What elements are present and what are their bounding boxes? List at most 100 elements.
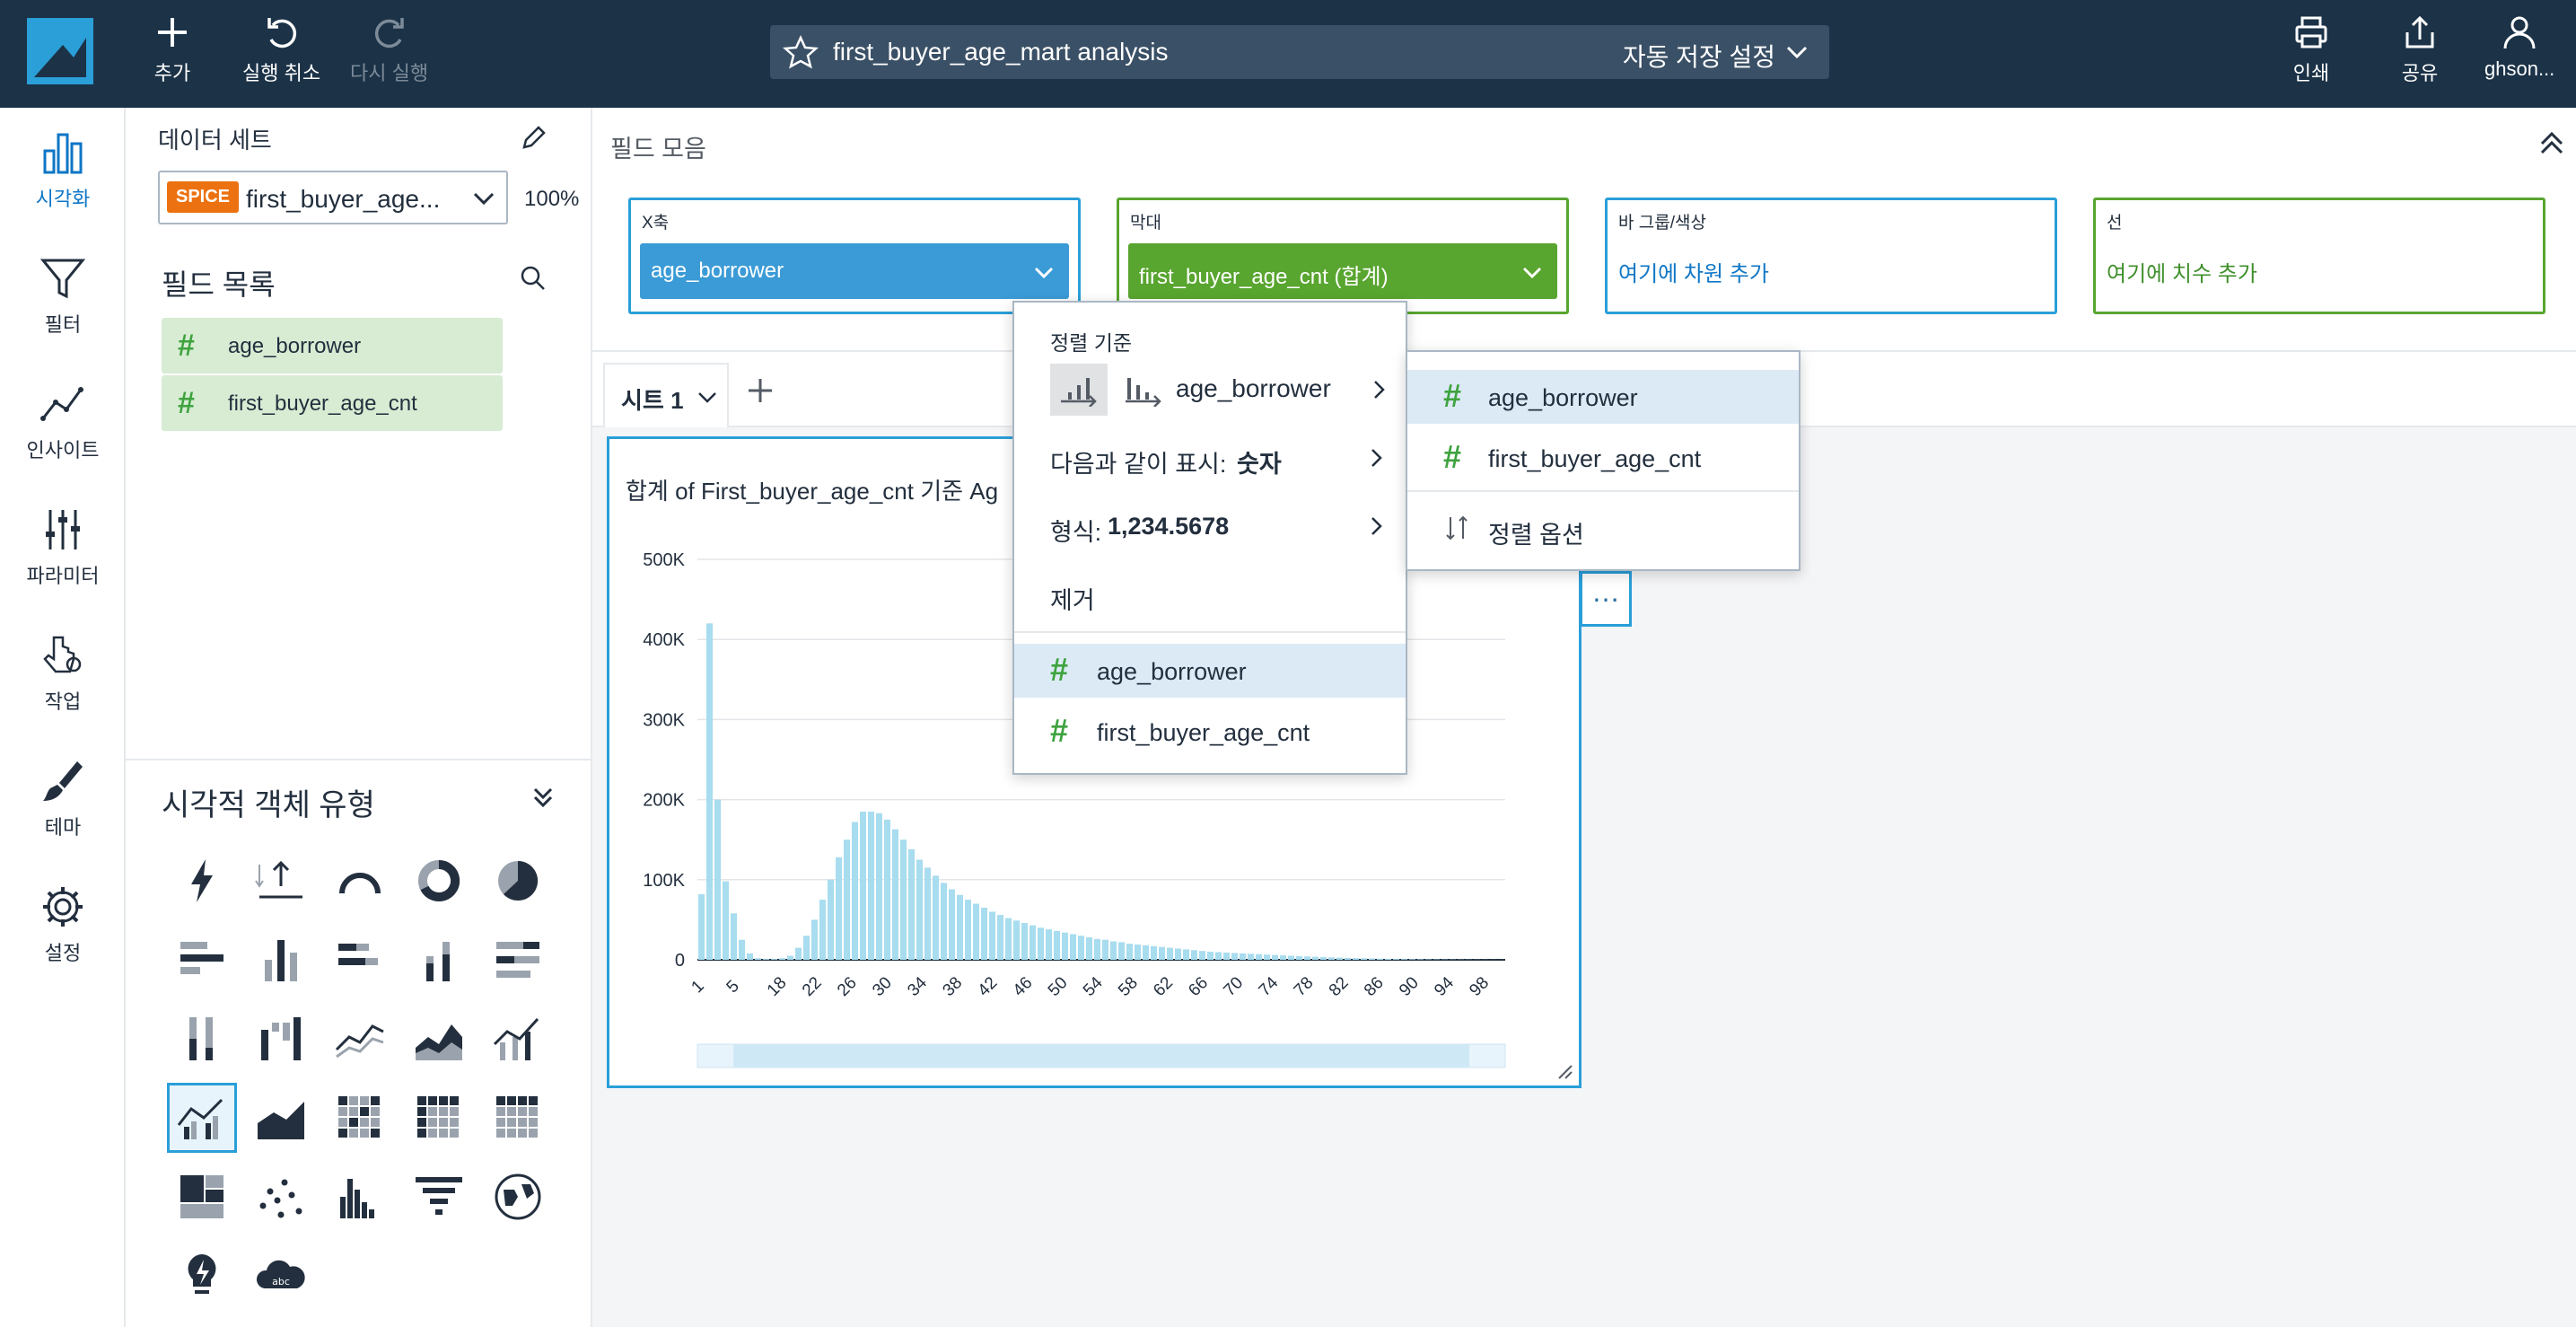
sort-options-menu-item[interactable]: 정렬 옵션 bbox=[1407, 501, 1799, 555]
visual-type-funnel[interactable] bbox=[404, 1162, 474, 1232]
rail-item-insights[interactable]: 인사이트 bbox=[0, 379, 126, 463]
add-button[interactable]: 추가 bbox=[153, 13, 192, 86]
bar[interactable] bbox=[1151, 945, 1157, 960]
visual-type-table[interactable] bbox=[483, 1083, 553, 1153]
visual-type-geo-map[interactable] bbox=[483, 1162, 553, 1232]
bar[interactable] bbox=[763, 959, 769, 960]
bar[interactable] bbox=[1013, 920, 1020, 960]
bars-well[interactable]: 막대 first_buyer_age_cnt (합계) bbox=[1117, 198, 1569, 314]
bar[interactable] bbox=[1361, 958, 1367, 960]
bar[interactable] bbox=[933, 875, 939, 960]
bar[interactable] bbox=[1021, 922, 1028, 960]
rail-item-visualize[interactable]: 시각화 bbox=[0, 127, 126, 212]
bar[interactable] bbox=[860, 811, 866, 960]
bar[interactable] bbox=[852, 822, 858, 960]
visual-type-gauge[interactable] bbox=[325, 846, 395, 916]
bar[interactable] bbox=[1385, 958, 1391, 960]
resize-handle-icon[interactable] bbox=[1554, 1060, 1573, 1080]
visual-type-pivot-table[interactable] bbox=[404, 1083, 474, 1153]
bar[interactable] bbox=[868, 811, 874, 960]
bar[interactable] bbox=[1353, 958, 1359, 960]
rail-item-filter[interactable]: 필터 bbox=[0, 253, 126, 338]
bar[interactable] bbox=[1248, 954, 1254, 960]
rail-item-settings[interactable]: 설정 bbox=[0, 882, 126, 966]
analysis-title-bar[interactable]: first_buyer_age_mart analysis 자동 저장 설정 bbox=[770, 25, 1829, 79]
x-axis-well[interactable]: X축 age_borrower bbox=[628, 198, 1081, 314]
bar[interactable] bbox=[1425, 959, 1432, 960]
quicksight-logo[interactable] bbox=[27, 18, 93, 84]
x-axis-field-pill[interactable]: age_borrower bbox=[640, 243, 1069, 299]
visual-type-horizontal-100-bar[interactable] bbox=[483, 925, 553, 995]
search-icon[interactable] bbox=[519, 264, 548, 293]
menu-field-item[interactable]: # age_borrower bbox=[1014, 644, 1406, 698]
bar[interactable] bbox=[731, 913, 737, 960]
bar[interactable] bbox=[884, 819, 890, 960]
collapse-icon[interactable] bbox=[2537, 129, 2567, 160]
user-menu[interactable]: ghson... bbox=[2484, 13, 2554, 81]
bar[interactable] bbox=[1223, 952, 1230, 960]
visual-type-stacked-area[interactable] bbox=[246, 1083, 316, 1153]
bar[interactable] bbox=[1167, 947, 1173, 960]
bar[interactable] bbox=[949, 889, 955, 960]
bar[interactable] bbox=[1377, 958, 1383, 960]
visual-type-combo-bar-line[interactable] bbox=[483, 1004, 553, 1074]
bar[interactable] bbox=[1296, 955, 1302, 960]
chevron-right-icon[interactable] bbox=[1368, 378, 1389, 401]
rail-item-themes[interactable]: 테마 bbox=[0, 756, 126, 840]
chevron-down-icon[interactable] bbox=[1783, 38, 1811, 66]
bar[interactable] bbox=[1135, 945, 1141, 960]
redo-button[interactable]: 다시 실행 bbox=[350, 13, 428, 86]
dataset-selector[interactable]: SPICE first_buyer_age... bbox=[158, 171, 508, 224]
share-button[interactable]: 공유 bbox=[2400, 13, 2440, 86]
bar[interactable] bbox=[1336, 957, 1343, 960]
bar[interactable] bbox=[1005, 918, 1012, 960]
bar[interactable] bbox=[844, 839, 850, 960]
bar[interactable] bbox=[1094, 938, 1100, 960]
bar[interactable] bbox=[1256, 954, 1262, 960]
bar[interactable] bbox=[1078, 936, 1084, 960]
bar[interactable] bbox=[1328, 957, 1335, 960]
bar[interactable] bbox=[714, 799, 721, 960]
bar[interactable] bbox=[698, 893, 705, 960]
visual-type-horizontal-stacked-bar[interactable] bbox=[325, 925, 395, 995]
bar[interactable] bbox=[1199, 951, 1205, 960]
bar[interactable] bbox=[739, 939, 745, 960]
bar[interactable] bbox=[1345, 957, 1351, 960]
bar[interactable] bbox=[828, 879, 834, 960]
bar[interactable] bbox=[924, 867, 931, 960]
bar[interactable] bbox=[1175, 948, 1181, 960]
bar[interactable] bbox=[779, 958, 785, 960]
bar[interactable] bbox=[957, 894, 963, 960]
visual-type-donut[interactable] bbox=[404, 846, 474, 916]
submenu-field-item[interactable]: # age_borrower bbox=[1407, 370, 1799, 424]
bar[interactable] bbox=[1118, 942, 1125, 960]
bar[interactable] bbox=[1191, 950, 1197, 960]
tab-sheet-1[interactable]: 시트 1 bbox=[603, 363, 729, 427]
bar[interactable] bbox=[941, 883, 947, 960]
bar[interactable] bbox=[803, 936, 810, 960]
bar[interactable] bbox=[1304, 956, 1310, 960]
double-chevron-down-icon[interactable] bbox=[530, 784, 556, 811]
visual-type-waterfall[interactable] bbox=[246, 1004, 316, 1074]
bar[interactable] bbox=[1409, 959, 1415, 960]
print-button[interactable]: 인쇄 bbox=[2291, 13, 2331, 86]
bar[interactable] bbox=[973, 903, 979, 960]
analysis-title[interactable]: first_buyer_age_mart analysis bbox=[833, 38, 1169, 66]
bar[interactable] bbox=[900, 839, 907, 960]
pencil-icon[interactable] bbox=[519, 124, 548, 153]
visual-type-vertical-bar[interactable] bbox=[246, 925, 316, 995]
visual-type-insight[interactable] bbox=[167, 1241, 237, 1311]
bar[interactable] bbox=[1264, 954, 1270, 960]
bar[interactable] bbox=[795, 947, 802, 960]
bar[interactable] bbox=[1159, 946, 1165, 960]
bar[interactable] bbox=[1393, 959, 1399, 960]
rail-item-parameters[interactable]: 파라미터 bbox=[0, 505, 126, 589]
field-item[interactable]: # age_borrower bbox=[162, 318, 503, 373]
bar[interactable] bbox=[1070, 934, 1076, 960]
sort-descending-button[interactable] bbox=[1115, 364, 1172, 416]
bar[interactable] bbox=[1126, 944, 1133, 960]
bar[interactable] bbox=[1086, 937, 1092, 960]
visual-type-vertical-100-bar[interactable] bbox=[167, 1004, 237, 1074]
visual-type-histogram[interactable] bbox=[325, 1162, 395, 1232]
bar[interactable] bbox=[1215, 952, 1222, 960]
